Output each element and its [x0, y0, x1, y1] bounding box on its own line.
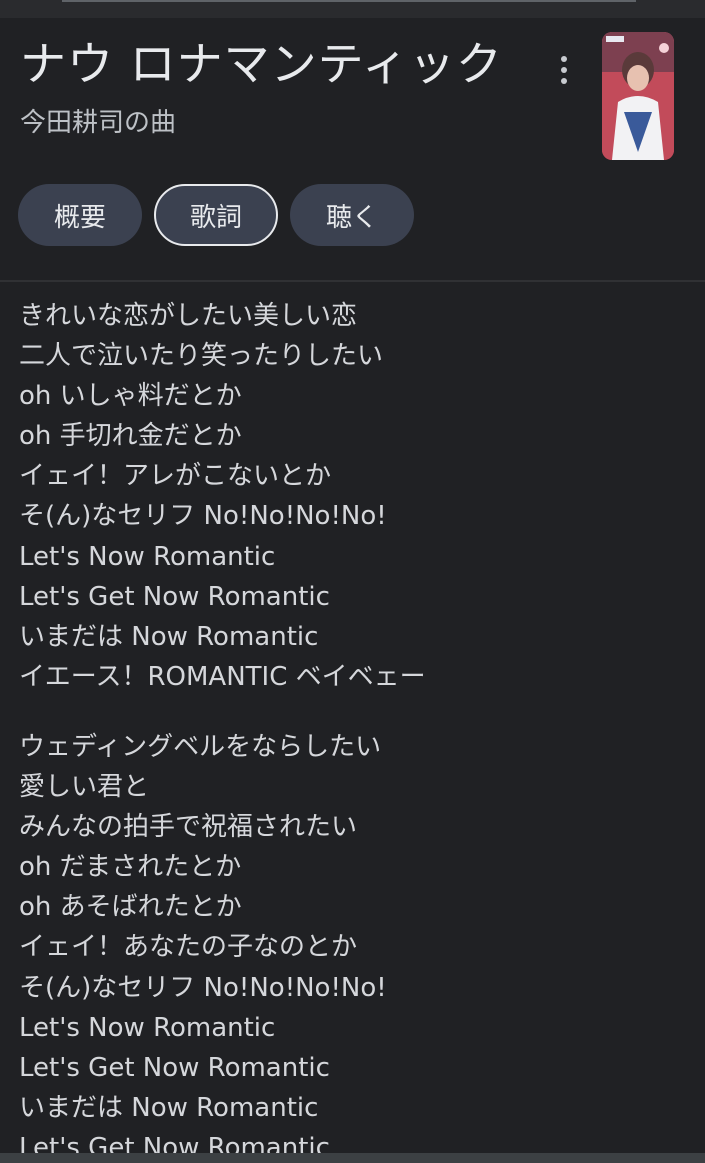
lyric-line: oh いしゃ料だとか — [19, 381, 242, 412]
lyric-line: そ(ん)なセリフ No!No!No!No! — [19, 972, 387, 1003]
divider — [0, 280, 705, 282]
dot — [561, 78, 567, 84]
lyrics-stanza: きれいな恋がしたい美しい恋 二人で泣いたり笑ったりしたい oh いしゃ料だとか … — [19, 296, 689, 697]
lyric-line: ウェディングベルをならしたい — [19, 731, 382, 762]
album-art-thumbnail[interactable] — [602, 32, 674, 160]
bottom-edge-bar — [0, 1153, 705, 1163]
tab-overview[interactable]: 概要 — [18, 184, 142, 246]
lyric-line: いまだは Now Romantic — [19, 1092, 319, 1123]
lyric-line: みんなの拍手で祝福されたい — [19, 812, 358, 843]
song-subtitle: 今田耕司の曲 — [20, 108, 177, 138]
song-title: ナウ ロナマンティック — [20, 37, 503, 91]
lyrics-section: きれいな恋がしたい美しい恋 二人で泣いたり笑ったりしたい oh いしゃ料だとか … — [19, 296, 689, 1163]
dot — [561, 56, 567, 62]
song-header: ナウ ロナマンティック 今田耕司の曲 概要 歌詞 聴く — [0, 18, 705, 280]
more-vert-icon[interactable] — [548, 52, 580, 88]
lyric-line: イェイ！あなたの子なのとか — [19, 932, 358, 963]
lyric-line: きれいな恋がしたい美しい恋 — [19, 301, 358, 331]
knowledge-panel: ナウ ロナマンティック 今田耕司の曲 概要 歌詞 聴く きれいな恋がしたい美しい… — [0, 0, 705, 1163]
lyric-line: Let's Get Now Romantic — [19, 581, 330, 612]
lyric-line: Let's Now Romantic — [19, 1012, 276, 1043]
lyric-line: oh あそばれたとか — [19, 892, 242, 923]
lyric-line: いまだは Now Romantic — [19, 621, 319, 652]
drag-handle[interactable] — [62, 0, 636, 2]
lyric-line: イエース！ROMANTIC ベイベェー — [19, 661, 426, 692]
lyric-line: 愛しい君と — [19, 772, 150, 803]
lyric-line: 二人で泣いたり笑ったりしたい — [19, 341, 384, 372]
tab-lyrics[interactable]: 歌詞 — [154, 184, 278, 246]
lyric-line: Let's Get Now Romantic — [19, 1052, 330, 1083]
lyric-line: oh だまされたとか — [19, 852, 242, 883]
dot — [561, 67, 567, 73]
tab-listen[interactable]: 聴く — [290, 184, 414, 246]
lyric-line: Let's Now Romantic — [19, 541, 276, 572]
tab-bar: 概要 歌詞 聴く — [18, 184, 414, 246]
lyric-line: そ(ん)なセリフ No!No!No!No! — [19, 501, 387, 532]
lyrics-stanza: ウェディングベルをならしたい 愛しい君と みんなの拍手で祝福されたい oh だま… — [19, 727, 689, 1163]
lyric-line: イェイ！アレがこないとか — [19, 461, 332, 492]
lyric-line: oh 手切れ金だとか — [19, 421, 242, 452]
album-art-image — [602, 32, 674, 160]
sheet-top-bar — [0, 0, 705, 18]
